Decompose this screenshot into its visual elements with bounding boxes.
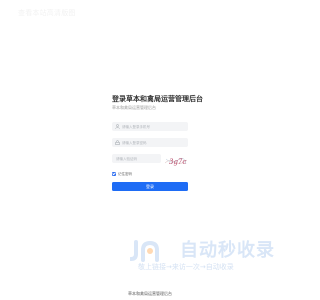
login-button[interactable]: 登录 <box>112 182 188 191</box>
footer-text: 草本和禽局运营管理后台 <box>128 291 172 296</box>
password-field[interactable] <box>112 138 188 147</box>
remember-label: 记住密码 <box>118 171 132 176</box>
page-subtitle: 草本和禽局运营管理后台 <box>112 105 156 110</box>
brand-slogan: 敬上链接→来访一次→自动收录 <box>138 263 234 271</box>
page-title: 登录草本和禽局运营管理后台 <box>112 95 203 103</box>
login-page: 查看本站高清版图 登录草本和禽局运营管理后台 草本和禽局运营管理后台 请输入登录… <box>0 0 300 300</box>
captcha-text: 3g7c <box>169 158 186 166</box>
username-input[interactable] <box>122 123 186 130</box>
brand-logo-icon <box>130 240 159 262</box>
remember-checkbox[interactable] <box>112 172 116 176</box>
username-field[interactable] <box>112 122 188 131</box>
remember-password[interactable]: 记住密码 <box>112 171 132 177</box>
login-form: 登录草本和禽局运营管理后台 草本和禽局运营管理后台 请输入登录手机号 请输入验证… <box>112 95 203 191</box>
captcha-image[interactable]: 3g7c <box>164 152 188 166</box>
brand-name: 自动秒收录 <box>180 240 275 261</box>
user-icon <box>115 124 120 129</box>
captcha-input[interactable] <box>116 155 160 162</box>
brand-watermark: 自动秒收录 敬上链接→来访一次→自动收录 <box>130 240 280 276</box>
lock-icon <box>115 140 120 145</box>
captcha-field[interactable] <box>112 154 161 163</box>
password-input[interactable] <box>122 139 186 146</box>
top-watermark: 查看本站高清版图 <box>18 9 76 17</box>
